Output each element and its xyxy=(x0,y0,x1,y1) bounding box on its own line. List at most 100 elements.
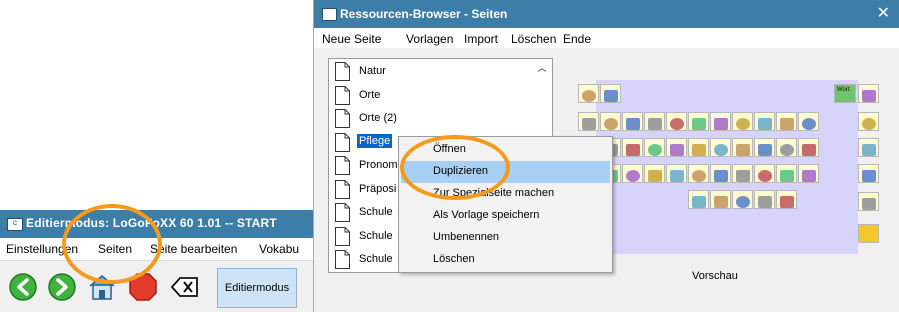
preview-symbol-tile xyxy=(644,112,665,131)
preview-symbol-tile xyxy=(644,138,665,157)
forward-arrow-icon[interactable] xyxy=(47,272,77,302)
preview-symbol-icon xyxy=(582,90,596,102)
preview-symbol-tile xyxy=(776,190,797,209)
preview-symbol-icon xyxy=(626,144,640,156)
preview-label: Vorschau xyxy=(692,270,738,282)
menu-vorlagen[interactable]: Vorlagen xyxy=(406,32,453,46)
preview-symbol-tile xyxy=(776,112,797,131)
preview-symbol-icon xyxy=(736,196,750,208)
context-menu-item-label: Als Vorlage speichern xyxy=(433,209,540,221)
preview-symbol-icon xyxy=(670,170,684,182)
preview-symbol-icon xyxy=(692,170,706,182)
preview-symbol-icon xyxy=(714,170,728,182)
page-list-item[interactable]: Orte (2) xyxy=(335,108,535,130)
page-list-item-label: Schule xyxy=(359,229,393,242)
preview-symbol-tile xyxy=(644,164,665,183)
preview-symbol-icon xyxy=(758,196,772,208)
preview-symbol-tile xyxy=(688,164,709,183)
preview-symbol-tile xyxy=(710,112,731,131)
page-list-item[interactable]: Natur xyxy=(335,61,535,83)
preview-symbol-icon xyxy=(780,118,794,130)
preview-symbol-icon xyxy=(780,196,794,208)
preview-symbol-tile xyxy=(622,138,643,157)
document-icon xyxy=(335,179,350,199)
preview-symbol-tile xyxy=(688,112,709,131)
preview-symbol-tile xyxy=(600,84,621,103)
preview-symbol-icon xyxy=(626,170,640,182)
preview-symbol-icon xyxy=(736,144,750,156)
preview-symbol-tile xyxy=(776,164,797,183)
context-menu-item[interactable]: Als Vorlage speichern xyxy=(401,205,610,227)
context-menu-item[interactable]: Löschen xyxy=(401,249,610,271)
preview-symbol-tile xyxy=(666,112,687,131)
preview-symbol-icon xyxy=(648,118,662,130)
page-list-item[interactable]: Orte xyxy=(335,85,535,107)
preview-symbol-icon xyxy=(626,118,640,130)
preview-symbol-tile xyxy=(732,138,753,157)
preview-symbol-tile xyxy=(798,112,819,131)
menu-vokabular[interactable]: Vokabu xyxy=(259,242,299,256)
preview-symbol-tile xyxy=(710,138,731,157)
preview-symbol-tile xyxy=(858,112,879,131)
preview-symbol-tile xyxy=(578,84,599,103)
preview-symbol-icon xyxy=(780,170,794,182)
preview-symbol-tile xyxy=(710,164,731,183)
preview-symbol-tile xyxy=(754,190,775,209)
preview-symbol-icon xyxy=(670,118,684,130)
document-icon xyxy=(335,156,350,175)
preview-symbol-tile xyxy=(666,138,687,157)
page-list-item-label: Präposi xyxy=(359,182,397,195)
menu-neue-seite[interactable]: Neue Seite xyxy=(322,32,381,46)
menu-loeschen[interactable]: Löschen xyxy=(511,32,556,46)
menu-import[interactable]: Import xyxy=(464,32,498,46)
preview-symbol-icon xyxy=(862,144,876,156)
preview-symbol-tile xyxy=(688,190,709,209)
highlight-ring-duplizieren xyxy=(400,135,510,200)
menu-seite-bearbeiten[interactable]: Seite bearbeiten xyxy=(150,242,237,256)
preview-symbol-icon xyxy=(692,118,706,130)
preview-symbol-tile xyxy=(798,164,819,183)
preview-home-tile xyxy=(858,224,879,243)
context-menu-item[interactable]: Umbenennen xyxy=(401,227,610,249)
preview-symbol-tile xyxy=(754,138,775,157)
highlight-ring-seiten xyxy=(62,204,162,284)
preview-symbol-icon xyxy=(780,144,794,156)
preview-symbol-icon xyxy=(862,118,876,130)
preview-symbol-tile xyxy=(858,192,879,211)
preview-symbol-tile xyxy=(600,112,621,131)
document-icon xyxy=(335,226,350,246)
preview-symbol-icon xyxy=(648,170,662,182)
scroll-up-icon[interactable]: ︿ xyxy=(535,62,549,74)
preview-symbol-icon xyxy=(714,118,728,130)
preview-symbol-icon xyxy=(802,170,816,182)
app-logo-icon: C xyxy=(7,218,23,231)
preview-symbol-tile xyxy=(688,138,709,157)
back-arrow-icon[interactable] xyxy=(8,272,38,302)
delete-backspace-icon[interactable] xyxy=(170,272,200,302)
preview-symbol-icon xyxy=(714,196,728,208)
document-icon xyxy=(335,203,350,222)
preview-word-label: Wort xyxy=(837,87,850,93)
preview-symbol-icon xyxy=(862,170,876,182)
menu-ende[interactable]: Ende xyxy=(563,32,591,46)
page-list-item-label: Schule xyxy=(359,253,393,265)
preview-symbol-tile xyxy=(858,138,879,157)
resource-browser-window: Ressourcen-Browser - Seiten ✕ Neue Seite… xyxy=(313,0,899,312)
preview-symbol-tile xyxy=(622,112,643,131)
preview-symbol-tile xyxy=(754,112,775,131)
page-list-item-label: Orte (2) xyxy=(359,112,397,124)
document-icon xyxy=(335,109,350,128)
close-icon[interactable]: ✕ xyxy=(877,6,890,22)
resource-browser-titlebar: Ressourcen-Browser - Seiten ✕ xyxy=(314,0,899,28)
edit-mode-button[interactable]: Editiermodus xyxy=(217,268,297,308)
context-menu-item-label: Umbenennen xyxy=(433,231,500,243)
preview-symbol-icon xyxy=(604,90,618,102)
preview-symbol-icon xyxy=(692,144,706,156)
page-list-item-label: Orte xyxy=(359,88,381,101)
preview-symbol-icon xyxy=(802,144,816,156)
preview-symbol-icon xyxy=(692,196,706,208)
preview-symbol-icon xyxy=(736,118,750,130)
context-menu-item-label: Löschen xyxy=(433,253,475,265)
preview-symbol-tile xyxy=(732,112,753,131)
preview-symbol-icon xyxy=(802,118,816,130)
